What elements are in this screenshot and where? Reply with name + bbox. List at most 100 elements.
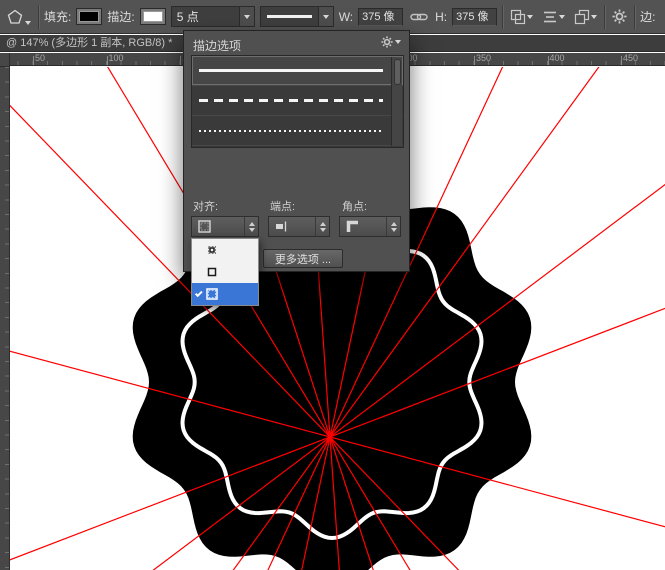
path-alignment-button[interactable] [540,7,567,27]
stroke-width-value: 5 点 [172,8,239,25]
combo-spinner[interactable] [315,217,329,236]
stroke-style-sample [267,15,312,18]
path-operations-icon [510,9,526,25]
panel-title: 描边选项 [193,37,241,54]
ruler-tick-label: 400 [550,54,565,63]
options-bar: 填充: 描边: 5 点 W: 375 像 H: 375 像 [0,0,665,34]
more-options-button[interactable]: 更多选项 ... [263,249,343,268]
ruler-major-tick [107,56,108,65]
check-slot [192,292,206,296]
combo-spinner[interactable] [244,217,258,236]
height-field[interactable]: 375 像 [452,8,497,26]
align-dropdown-menu [191,238,259,306]
stroke-style-dashed-row[interactable] [192,86,403,116]
gear-icon [381,36,393,48]
ruler-major-tick [548,56,549,65]
panel-menu-button[interactable] [381,36,401,48]
stroke-style-combo[interactable] [260,6,334,27]
polygon-tool-icon [7,9,23,25]
vertical-ruler[interactable] [0,67,10,570]
geometry-options-button[interactable] [610,7,629,26]
document-title: @ 147% (多边形 1 副本, RGB/8) * [6,37,172,49]
caret-down-icon [395,40,401,44]
separator [502,5,503,29]
separator [634,5,635,29]
height-label: H: [435,10,447,24]
stroke-style-dropdown-arrow[interactable] [318,7,333,26]
spin-up-icon [391,222,397,226]
width-field[interactable]: 375 像 [358,8,403,26]
caps-label: 端点: [270,198,295,214]
spin-down-icon [249,228,255,232]
path-operations-button[interactable] [508,7,535,27]
scrollbar-thumb[interactable] [394,59,401,85]
ruler-major-tick [180,56,181,65]
gear-icon [612,9,627,24]
caret-down-icon [25,21,31,25]
separator [604,5,605,29]
stroke-style-list [191,55,404,148]
spin-down-icon [391,228,397,232]
ruler-major-tick [621,56,622,65]
ruler-tick-label: 50 [35,54,45,63]
scrollbar[interactable] [391,57,402,146]
align-inside-item[interactable] [192,239,258,261]
caret-down-icon [527,15,533,19]
align-inside-icon [206,244,218,256]
align-label: 对齐: [193,198,218,214]
path-alignment-icon [542,9,558,25]
caret-down-icon [244,15,250,19]
combo-spinner[interactable] [386,217,400,236]
spin-down-icon [320,228,326,232]
tool-preset-picker[interactable] [5,7,33,27]
caret-down-icon [591,15,597,19]
solid-line-sample [199,69,383,72]
corners-combo[interactable] [339,216,401,237]
path-arrangement-icon [574,9,590,25]
align-center-icon [206,266,218,278]
stroke-label: 描边: [107,8,134,25]
checkmark-icon [194,289,202,297]
caps-combo[interactable] [268,216,330,237]
height-value: 375 像 [456,11,488,23]
align-outside-icon [206,288,218,300]
stroke-width-dropdown-arrow[interactable] [239,7,254,26]
ruler-major-tick [474,56,475,65]
caret-down-icon [323,15,329,19]
stroke-options-panel: 描边选项 对齐: 端点: 角点: [183,30,410,272]
butt-cap-icon [275,221,289,232]
ruler-tick-label: 350 [476,54,491,63]
photoshop-window: 填充: 描边: 5 点 W: 375 像 H: 375 像 [0,0,665,570]
stroke-style-dotted-row[interactable] [192,116,403,146]
align-outside-icon [198,220,211,233]
spin-up-icon [249,222,255,226]
ruler-tick-label: 450 [623,54,638,63]
dotted-line-sample [199,130,383,132]
spin-up-icon [320,222,326,226]
corners-label: 角点: [342,198,367,214]
lines-center-point [328,435,333,440]
path-arrangement-button[interactable] [572,7,599,27]
stroke-style-solid-row[interactable] [192,56,403,86]
sides-label: 边: [640,8,655,25]
link-icon [410,12,428,22]
stroke-swatch[interactable] [140,8,166,25]
separator [38,5,39,29]
fill-color [79,11,99,22]
link-dimensions-button[interactable] [408,10,430,24]
miter-corner-icon [346,220,359,233]
ruler-major-tick [33,56,34,65]
align-outside-item[interactable] [192,283,258,305]
dashed-line-sample [199,99,383,102]
align-combo[interactable] [191,216,259,237]
ruler-tick-label: 100 [109,54,124,63]
stroke-width-combo[interactable]: 5 点 [171,6,255,27]
stroke-color [143,11,163,22]
fill-swatch[interactable] [76,8,102,25]
width-label: W: [339,10,353,24]
width-value: 375 像 [362,11,394,23]
align-center-item[interactable] [192,261,258,283]
fill-label: 填充: [44,8,71,25]
caret-down-icon [559,15,565,19]
ruler-corner [0,53,10,67]
